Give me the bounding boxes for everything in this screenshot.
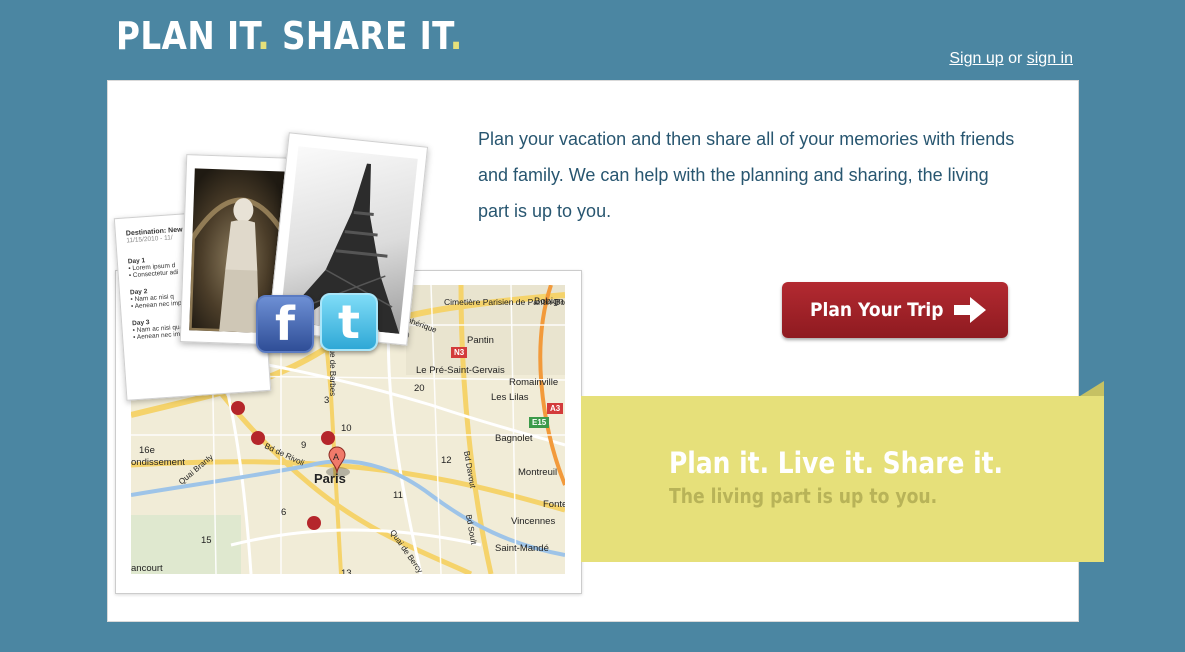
logo-text-share-it: SHARE IT <box>281 14 450 58</box>
logo-dot: . <box>257 14 271 58</box>
banner-fold <box>1080 381 1104 396</box>
logo-dot: . <box>449 14 463 58</box>
site-logo[interactable]: PLAN IT. SHARE IT. <box>116 14 463 58</box>
auth-links: Sign up or sign in <box>949 50 1073 68</box>
map-marker[interactable] <box>231 401 245 415</box>
banner-subtitle: The living part is up to you. <box>669 484 938 508</box>
plan-your-trip-button[interactable]: Plan Your Trip <box>782 282 1008 338</box>
intro-text: Plan your vacation and then share all of… <box>478 129 1015 221</box>
arrow-right-icon <box>954 297 986 323</box>
signin-link[interactable]: sign in <box>1027 50 1073 67</box>
banner-title: Plan it. Live it. Share it. <box>669 446 1004 480</box>
plan-your-trip-label: Plan Your Trip <box>810 299 944 321</box>
banner-body: Plan it. Live it. Share it. The living p… <box>581 396 1104 562</box>
map-marker[interactable] <box>307 516 321 530</box>
map-pin-icon[interactable]: A <box>326 446 350 477</box>
tagline-banner: Plan it. Live it. Share it. The living p… <box>581 381 1104 562</box>
map-marker[interactable] <box>251 431 265 445</box>
hero-panel: Cimetière Parisien de Pantin-Bobigny Bob… <box>107 80 1104 622</box>
or-text: or <box>1008 50 1023 67</box>
facebook-icon[interactable]: f <box>256 295 314 353</box>
signup-link[interactable]: Sign up <box>949 50 1003 67</box>
twitter-icon[interactable]: t <box>320 293 378 351</box>
map-pin-letter: A <box>333 452 339 462</box>
map-marker[interactable] <box>321 431 335 445</box>
logo-text-plan-it: PLAN IT <box>116 14 258 58</box>
